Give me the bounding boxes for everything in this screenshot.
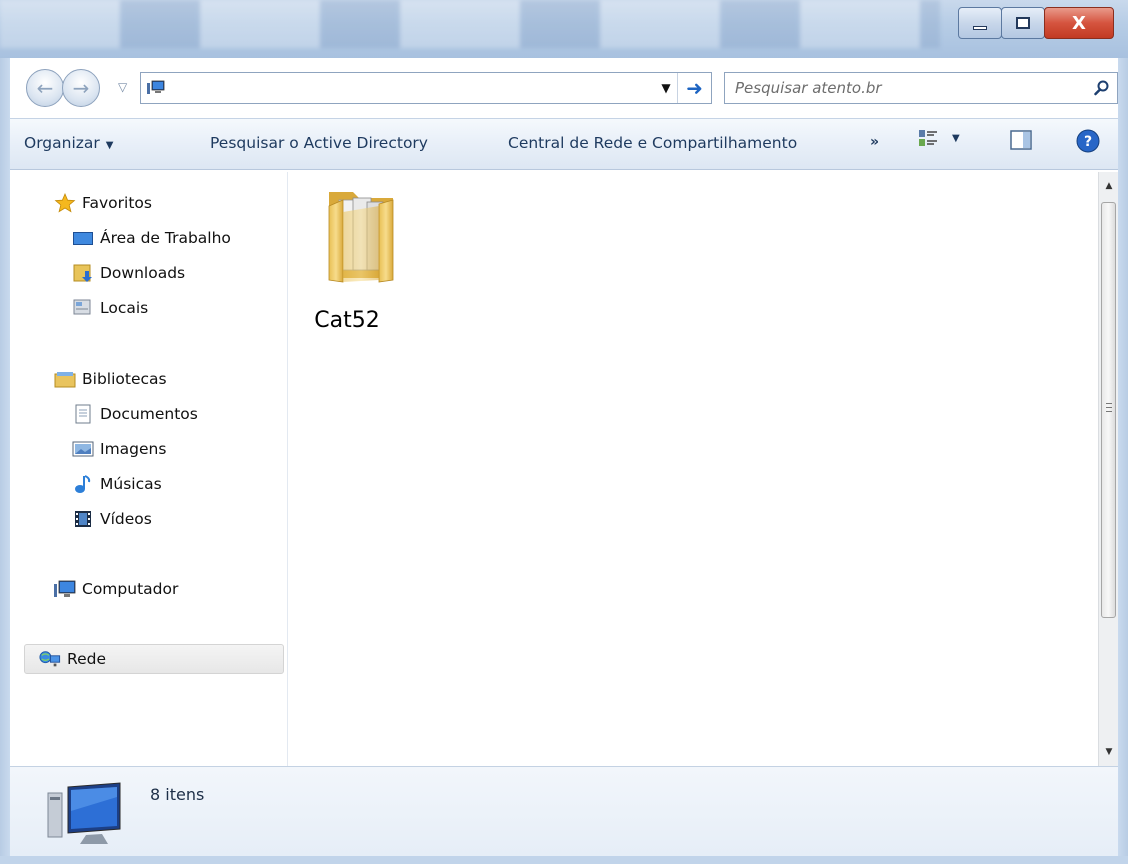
- search-active-directory-button[interactable]: Pesquisar o Active Directory: [210, 134, 428, 152]
- nav-videos[interactable]: Vídeos: [72, 504, 152, 534]
- music-icon: [72, 474, 94, 494]
- go-button[interactable]: ➜: [677, 73, 711, 103]
- downloads-icon: [72, 263, 94, 283]
- help-icon: ?: [1076, 129, 1100, 153]
- nav-computer-label: Computador: [82, 580, 179, 598]
- back-arrow-icon: ←: [36, 76, 54, 100]
- chevron-down-icon: ▼: [105, 140, 114, 151]
- recent-pages-dropdown[interactable]: ▽: [118, 80, 127, 94]
- organize-label: Organizar: [24, 134, 100, 152]
- nav-network-label: Rede: [67, 650, 106, 668]
- nav-desktop[interactable]: Área de Trabalho: [72, 223, 231, 253]
- navigation-row: ← → ▽ ▼ ➜: [0, 66, 1128, 110]
- computer-icon: [54, 579, 76, 599]
- address-bar[interactable]: ▼ ➜: [140, 72, 712, 104]
- navigation-pane: Favoritos Área de Trabalho Downloads Loc…: [10, 172, 288, 766]
- nav-computer[interactable]: Computador: [54, 574, 178, 604]
- computer-icon: [147, 80, 165, 94]
- videos-icon: [72, 509, 94, 529]
- nav-pictures[interactable]: Imagens: [72, 434, 166, 464]
- documents-icon: [72, 404, 94, 424]
- svg-text:?: ?: [1084, 134, 1092, 150]
- forward-arrow-icon: →: [72, 76, 90, 100]
- help-button[interactable]: ?: [1076, 129, 1100, 157]
- nav-libraries[interactable]: Bibliotecas: [54, 364, 167, 394]
- forward-button[interactable]: →: [62, 69, 100, 107]
- change-view-button[interactable]: ▼: [918, 129, 960, 147]
- network-sharing-center-button[interactable]: Central de Rede e Compartilhamento: [508, 134, 797, 152]
- organize-menu[interactable]: Organizar ▼: [24, 134, 113, 152]
- window-controls: X: [958, 7, 1114, 39]
- folder-icon: [328, 192, 394, 283]
- nav-desktop-label: Área de Trabalho: [100, 229, 231, 247]
- nav-pictures-label: Imagens: [100, 440, 167, 458]
- command-bar: Organizar ▼ Pesquisar o Active Directory …: [10, 118, 1118, 170]
- window-frame-right: [1118, 58, 1128, 864]
- star-icon: [54, 193, 76, 213]
- nav-recent-places-label: Locais: [100, 299, 149, 317]
- view-icon: [919, 130, 937, 146]
- more-commands-button[interactable]: »: [870, 134, 879, 150]
- nav-documents[interactable]: Documentos: [72, 399, 198, 429]
- nav-music[interactable]: Músicas: [72, 469, 162, 499]
- folder-item[interactable]: Cat52: [306, 186, 416, 333]
- nav-videos-label: Vídeos: [100, 510, 152, 528]
- nav-network[interactable]: Rede: [24, 644, 284, 674]
- network-icon: [39, 649, 61, 669]
- back-button[interactable]: ←: [26, 69, 64, 107]
- pictures-icon: [72, 439, 94, 459]
- title-bar-background: [0, 0, 940, 48]
- window-frame-bottom: [0, 856, 1128, 864]
- scroll-thumb[interactable]: [1101, 202, 1116, 618]
- grip-icon: [1106, 403, 1112, 412]
- nav-documents-label: Documentos: [100, 405, 198, 423]
- close-button[interactable]: X: [1044, 7, 1114, 39]
- nav-favorites[interactable]: Favoritos: [54, 188, 152, 218]
- details-pane: 8 itens: [10, 766, 1118, 856]
- preview-pane-icon: [1010, 130, 1032, 150]
- item-count: 8 itens: [150, 785, 205, 804]
- vertical-scrollbar[interactable]: ▲ ▼: [1098, 172, 1118, 766]
- nav-recent-places[interactable]: Locais: [72, 293, 148, 323]
- maximize-button[interactable]: [1001, 7, 1045, 39]
- window-frame-left: [0, 58, 10, 864]
- go-arrow-icon: ➜: [686, 76, 703, 100]
- minimize-icon: [973, 26, 987, 30]
- nav-music-label: Músicas: [100, 475, 162, 493]
- address-history-dropdown[interactable]: ▼: [655, 81, 677, 95]
- maximize-icon: [1016, 17, 1030, 29]
- nav-favorites-label: Favoritos: [82, 194, 152, 212]
- nav-downloads-label: Downloads: [100, 264, 186, 282]
- preview-pane-button[interactable]: [1010, 130, 1032, 154]
- computer-icon: [47, 782, 121, 844]
- folder-name: Cat52: [314, 308, 380, 333]
- scroll-down-button[interactable]: ▼: [1099, 740, 1119, 764]
- search-box: [724, 72, 1118, 104]
- recent-places-icon: [72, 298, 94, 318]
- nav-downloads[interactable]: Downloads: [72, 258, 185, 288]
- desktop-icon: [72, 228, 94, 248]
- nav-libraries-label: Bibliotecas: [82, 370, 167, 388]
- view-dropdown-chevron-icon: ▼: [952, 132, 960, 144]
- library-icon: [54, 369, 76, 389]
- title-bar[interactable]: X: [0, 0, 1128, 58]
- file-list-pane[interactable]: Cat52: [290, 172, 1098, 766]
- minimize-button[interactable]: [958, 7, 1002, 39]
- scroll-up-button[interactable]: ▲: [1099, 174, 1119, 198]
- search-input[interactable]: [725, 73, 1087, 103]
- search-icon[interactable]: [1087, 80, 1117, 96]
